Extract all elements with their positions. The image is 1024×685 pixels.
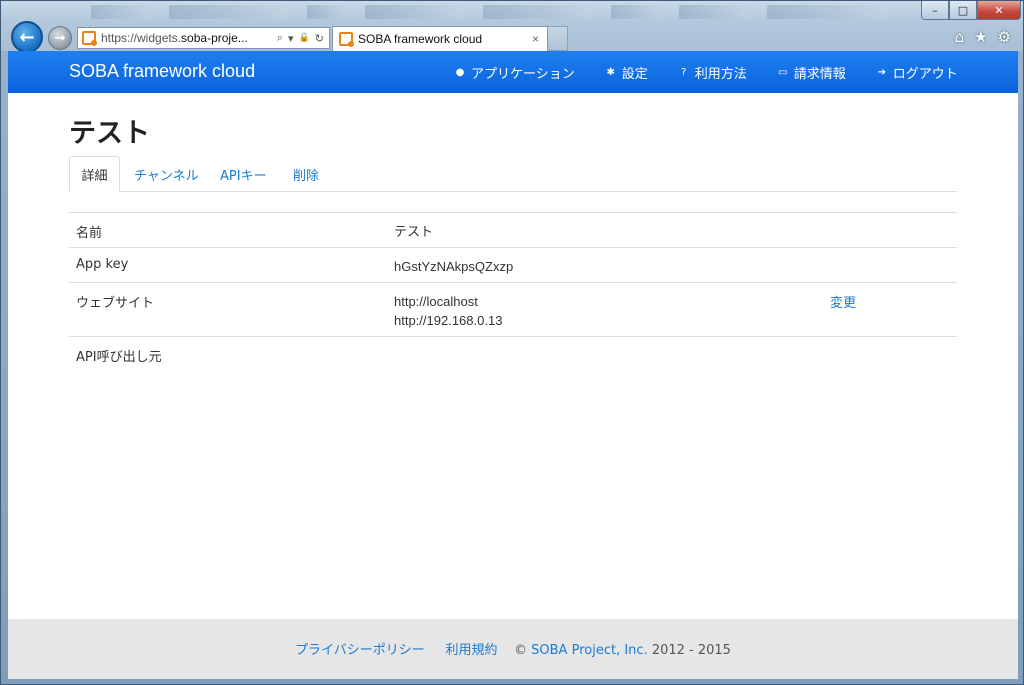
appkey-label: App key: [76, 257, 129, 272]
tab-favicon-icon: [339, 32, 354, 47]
back-button[interactable]: ←: [11, 21, 43, 53]
tab-channels[interactable]: チャンネル: [134, 156, 199, 192]
nav-settings-label: 設定: [621, 67, 648, 82]
browser-tools: ⌂ ★ ⚙: [955, 28, 1011, 46]
address-domain: soba-proje...: [181, 31, 248, 45]
close-window-button[interactable]: ✕: [977, 1, 1021, 20]
detail-tabs: 詳細 チャンネル APIキー 削除: [69, 156, 957, 192]
address-icons: ⌕ ▾ 🔒 ↻: [272, 32, 329, 45]
footer-content: プライバシーポリシー 利用規約 © SOBA Project, Inc. 201…: [8, 639, 1018, 658]
home-icon[interactable]: ⌂: [955, 28, 965, 46]
search-icon[interactable]: ⌕: [277, 32, 283, 45]
settings-gear-icon[interactable]: ⚙: [998, 28, 1011, 46]
tab-api-keys[interactable]: APIキー: [220, 156, 267, 192]
maximize-button[interactable]: □: [949, 1, 977, 20]
company-link[interactable]: SOBA Project, Inc.: [531, 643, 648, 658]
address-text[interactable]: https://widgets.soba-proje...: [101, 31, 272, 45]
nav-settings[interactable]: ✱ 設定: [605, 63, 648, 82]
top-navbar: SOBA framework cloud ● アプリケーション ✱ 設定 ? 利…: [8, 51, 1018, 93]
background-tabs: [91, 5, 911, 21]
details-table: 名前 テスト App key hGstYzNAkpsQZxzp ウェブサイト h…: [69, 212, 957, 377]
minimize-button[interactable]: –: [921, 1, 949, 20]
appkey-value: hGstYzNAkpsQZxzp: [394, 259, 514, 274]
browser-tab-active[interactable]: SOBA framework cloud ×: [332, 26, 548, 51]
refresh-icon[interactable]: ↻: [315, 32, 324, 45]
website-url: http://192.168.0.13: [394, 313, 503, 328]
nav-logout-label: ログアウト: [892, 67, 958, 82]
window-controls: – □ ✕: [921, 1, 1021, 20]
address-prefix: https://widgets.: [101, 31, 182, 45]
nav-links: ● アプリケーション ✱ 設定 ? 利用方法 ▭ 請求情報 ➔ ログアウト: [454, 63, 958, 82]
page-title: テスト: [69, 118, 150, 149]
forward-arrow-icon: →: [54, 30, 66, 46]
nav-usage[interactable]: ? 利用方法: [678, 63, 747, 82]
nav-usage-label: 利用方法: [694, 67, 747, 82]
browser-window: – □ ✕ ← → https://widgets.soba-proje... …: [0, 0, 1024, 685]
arrow-right-icon: ➔: [877, 67, 886, 78]
page-footer: プライバシーポリシー 利用規約 © SOBA Project, Inc. 201…: [8, 619, 1018, 679]
question-circle-icon: ?: [681, 67, 687, 78]
website-label: ウェブサイト: [76, 296, 155, 311]
nav-applications-label: アプリケーション: [471, 67, 575, 82]
table-row: 名前 テスト: [69, 213, 957, 248]
name-label: 名前: [76, 226, 103, 241]
change-website-link[interactable]: 変更: [830, 292, 856, 311]
lock-icon[interactable]: 🔒: [299, 32, 310, 45]
title-bar: – □ ✕ ← → https://widgets.soba-proje... …: [1, 1, 1023, 53]
copyright-years: 2012 - 2015: [651, 643, 731, 658]
forward-button[interactable]: →: [48, 26, 72, 50]
credit-card-icon: ▭: [778, 67, 788, 78]
favorites-star-icon[interactable]: ★: [974, 28, 987, 46]
copyright-symbol: ©: [514, 643, 528, 658]
nav-logout[interactable]: ➔ ログアウト: [876, 63, 958, 82]
brand-link[interactable]: SOBA framework cloud: [69, 61, 255, 82]
address-bar[interactable]: https://widgets.soba-proje... ⌕ ▾ 🔒 ↻: [77, 27, 330, 49]
cog-icon: ✱: [606, 67, 615, 78]
nav-billing-label: 請求情報: [793, 67, 846, 82]
name-value: テスト: [394, 224, 434, 239]
website-values: http://localhost http://192.168.0.13: [394, 292, 502, 330]
site-favicon-icon: [82, 31, 97, 46]
globe-icon: ●: [455, 67, 465, 78]
page-viewport: SOBA framework cloud ● アプリケーション ✱ 設定 ? 利…: [8, 51, 1018, 679]
dropdown-icon[interactable]: ▾: [288, 32, 294, 45]
api-caller-label: API呼び出し元: [76, 350, 162, 365]
table-row: API呼び出し元: [69, 337, 957, 377]
tab-details[interactable]: 詳細: [69, 156, 120, 192]
nav-applications[interactable]: ● アプリケーション: [454, 63, 575, 82]
table-row: App key hGstYzNAkpsQZxzp: [69, 248, 957, 283]
back-arrow-icon: ←: [19, 26, 35, 48]
table-row: ウェブサイト http://localhost http://192.168.0…: [69, 283, 957, 337]
tab-close-icon[interactable]: ×: [532, 32, 539, 46]
website-url: http://localhost: [394, 294, 478, 309]
privacy-policy-link[interactable]: プライバシーポリシー: [295, 643, 425, 658]
terms-link[interactable]: 利用規約: [445, 643, 497, 658]
new-tab-button[interactable]: [548, 26, 568, 51]
tab-delete[interactable]: 削除: [293, 156, 319, 192]
nav-billing[interactable]: ▭ 請求情報: [777, 63, 846, 82]
tab-title: SOBA framework cloud: [358, 32, 483, 46]
